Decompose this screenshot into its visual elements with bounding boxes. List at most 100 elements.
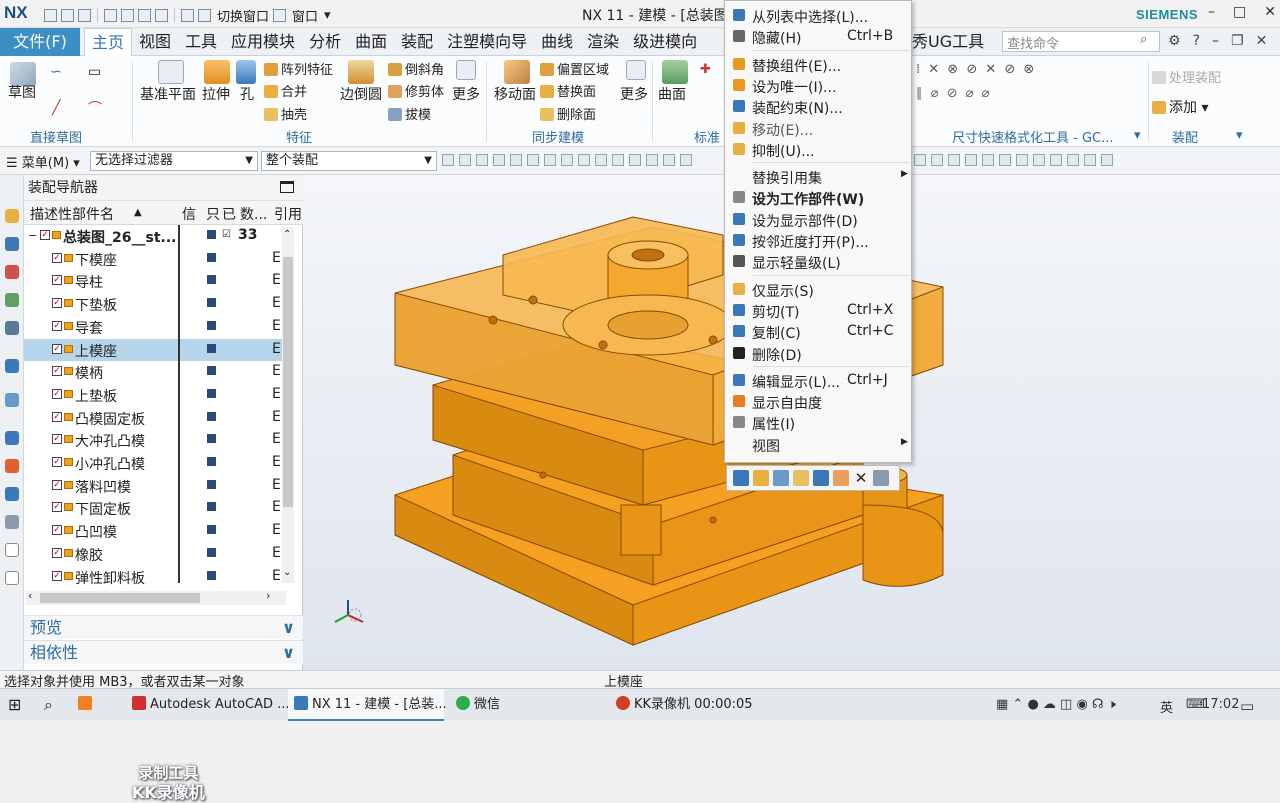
scroll-right-icon[interactable]: › bbox=[266, 589, 270, 602]
tab-analysis[interactable]: 分析 bbox=[302, 28, 348, 56]
checkbox[interactable]: ✓ bbox=[52, 479, 62, 490]
snap-icon[interactable] bbox=[595, 154, 607, 166]
arc-icon[interactable]: ⌒ bbox=[88, 98, 102, 118]
shell-button[interactable]: 抽壳 bbox=[264, 104, 307, 123]
checkbox[interactable]: ✓ bbox=[52, 252, 62, 263]
offset-region-button[interactable]: 偏置区域 bbox=[540, 59, 609, 78]
view-icon[interactable] bbox=[999, 154, 1011, 166]
checkbox[interactable]: ✓ bbox=[52, 388, 62, 399]
tab-curve[interactable]: 曲线 bbox=[534, 28, 580, 56]
taskbar-nx[interactable]: NX 11 - 建模 - [总装... bbox=[288, 689, 447, 721]
taskbar-wechat[interactable]: 微信 bbox=[450, 689, 506, 721]
component-row[interactable]: ✓ 下固定板 E bbox=[24, 497, 294, 519]
snap-icon[interactable] bbox=[459, 154, 471, 166]
maximize-button[interactable]: □ bbox=[1233, 4, 1246, 20]
history-icon[interactable] bbox=[5, 393, 19, 407]
scroll-up-icon[interactable]: ⌃ bbox=[283, 229, 291, 240]
chevron-down-icon[interactable]: ∨ bbox=[282, 616, 295, 640]
checkbox[interactable]: ✓ bbox=[52, 320, 62, 331]
clock-icon[interactable] bbox=[5, 431, 19, 445]
selection-scope-dropdown[interactable]: 整个装配 ▼ bbox=[261, 151, 437, 171]
trim-body-button[interactable]: 修剪体 bbox=[388, 81, 444, 100]
surface-button[interactable]: 曲面 bbox=[658, 84, 686, 104]
snap-icon[interactable] bbox=[646, 154, 658, 166]
move-face-button[interactable]: 移动面 bbox=[494, 84, 536, 104]
paste-icon[interactable] bbox=[138, 9, 151, 22]
pinned-app-icon[interactable] bbox=[78, 689, 96, 721]
chevron-down-icon[interactable]: ∨ bbox=[282, 641, 295, 665]
component-row[interactable]: ✓ 导套 E bbox=[24, 316, 294, 338]
undo-icon[interactable] bbox=[61, 9, 74, 22]
search-icon[interactable]: ⌕ bbox=[1140, 32, 1147, 47]
column-part-name[interactable]: 描述性部件名 bbox=[30, 204, 114, 224]
part-navigator-icon[interactable] bbox=[5, 265, 19, 279]
tab-surface[interactable]: 曲面 bbox=[348, 28, 394, 56]
datum-plane-button[interactable]: 基准平面 bbox=[140, 84, 196, 104]
snap-icon[interactable] bbox=[544, 154, 556, 166]
pattern-feature-button[interactable]: 阵列特征 bbox=[264, 59, 333, 78]
touch-mode-icon[interactable] bbox=[181, 9, 194, 22]
column-readonly[interactable]: 只 bbox=[206, 204, 220, 224]
extrude-button[interactable]: 拉伸 bbox=[202, 84, 230, 104]
process-assembly-button[interactable]: 处理装配 bbox=[1152, 67, 1221, 86]
unite-button[interactable]: 合并 bbox=[264, 81, 307, 100]
delete-icon[interactable]: ✕ bbox=[853, 470, 869, 486]
tree-root-row[interactable]: − ✓ 总装图_26__st... ☑ 33 bbox=[24, 225, 294, 247]
checkbox[interactable]: ✓ bbox=[52, 343, 62, 354]
component-row[interactable]: ✓ 导柱 E bbox=[24, 270, 294, 292]
file-menu-tab[interactable]: 文件(F) bbox=[0, 28, 80, 56]
menu-button[interactable]: ☰ 菜单(M) ▾ bbox=[6, 152, 80, 171]
close-button[interactable]: ✕ bbox=[1264, 4, 1276, 20]
system-materials-icon[interactable] bbox=[5, 459, 19, 473]
datum-plane-icon[interactable] bbox=[158, 60, 184, 84]
dim-tool-icons-row2[interactable]: ∥ ⌀ ⊘ ⌀ ⌀ bbox=[916, 86, 991, 101]
snap-icon[interactable] bbox=[527, 154, 539, 166]
component-row[interactable]: ✓ 弹性卸料板 E bbox=[24, 566, 294, 588]
window-icon[interactable] bbox=[5, 543, 19, 557]
context-menu-item[interactable]: 替换引用集 ▶ bbox=[725, 166, 911, 187]
hd3d-tools-icon[interactable] bbox=[5, 321, 19, 335]
more-feature-button[interactable]: 更多 bbox=[452, 84, 480, 104]
notification-icon[interactable]: ▭ bbox=[1240, 697, 1254, 715]
replace-component-icon[interactable] bbox=[733, 470, 749, 486]
context-menu-item[interactable]: 剪切(T) Ctrl+X bbox=[725, 300, 911, 321]
column-modified[interactable]: 已 bbox=[222, 204, 236, 224]
help-icon[interactable]: ? bbox=[1193, 33, 1200, 49]
checkbox[interactable]: ✓ bbox=[52, 457, 62, 467]
snap-icon[interactable] bbox=[561, 154, 573, 166]
view-icon[interactable] bbox=[1016, 154, 1028, 166]
command-search-input[interactable]: 查找命令 bbox=[1002, 31, 1160, 52]
scroll-down-icon[interactable]: ⌄ bbox=[283, 567, 291, 578]
replace-face-button[interactable]: 替换面 bbox=[540, 81, 596, 100]
properties-icon[interactable] bbox=[873, 470, 889, 486]
rectangle-icon[interactable]: ▭ bbox=[88, 64, 101, 80]
more-feature-icon[interactable] bbox=[456, 60, 476, 80]
component-row[interactable]: ✓ 下模座 E bbox=[24, 248, 294, 270]
checkbox[interactable]: ✓ bbox=[52, 502, 62, 513]
extrude-icon[interactable] bbox=[204, 60, 230, 84]
move-icon[interactable] bbox=[833, 470, 849, 486]
checkbox[interactable]: ✓ bbox=[52, 298, 62, 309]
more-sync-icon[interactable] bbox=[626, 60, 646, 80]
tab-tools[interactable]: 工具 bbox=[178, 28, 224, 56]
context-menu-item[interactable]: 设为工作部件(W) bbox=[725, 187, 911, 208]
copy-icon[interactable] bbox=[121, 9, 134, 22]
component-row[interactable]: ✓ 凸凹模 E bbox=[24, 520, 294, 542]
surface-icon[interactable] bbox=[662, 60, 688, 84]
tab-ug-tools[interactable]: 秀UG工具 bbox=[912, 28, 984, 56]
add-component-button[interactable]: 添加 ▾ bbox=[1152, 97, 1208, 117]
component-row[interactable]: ✓ 落料凹模 E bbox=[24, 475, 294, 497]
collapse-icon[interactable]: − bbox=[28, 229, 37, 242]
checkbox[interactable]: ✓ bbox=[52, 411, 62, 422]
edge-blend-icon[interactable] bbox=[348, 60, 374, 84]
snap-icon[interactable] bbox=[629, 154, 641, 166]
context-menu-item[interactable]: 视图 ▶ bbox=[725, 434, 911, 455]
start-windows-icon[interactable]: ⊞ bbox=[8, 689, 21, 721]
snap-icon[interactable] bbox=[680, 154, 692, 166]
tab-home[interactable]: 主页 bbox=[84, 28, 133, 56]
context-menu-item[interactable]: 设为显示部件(D) bbox=[725, 209, 911, 230]
maximize-icon[interactable] bbox=[280, 181, 294, 193]
tray-icons[interactable]: ▦ ⌃ ● ☁ ◫ ◉ ☊ 🕨 bbox=[996, 697, 1116, 712]
checkbox[interactable]: ✓ bbox=[52, 275, 62, 286]
snap-icon[interactable] bbox=[578, 154, 590, 166]
